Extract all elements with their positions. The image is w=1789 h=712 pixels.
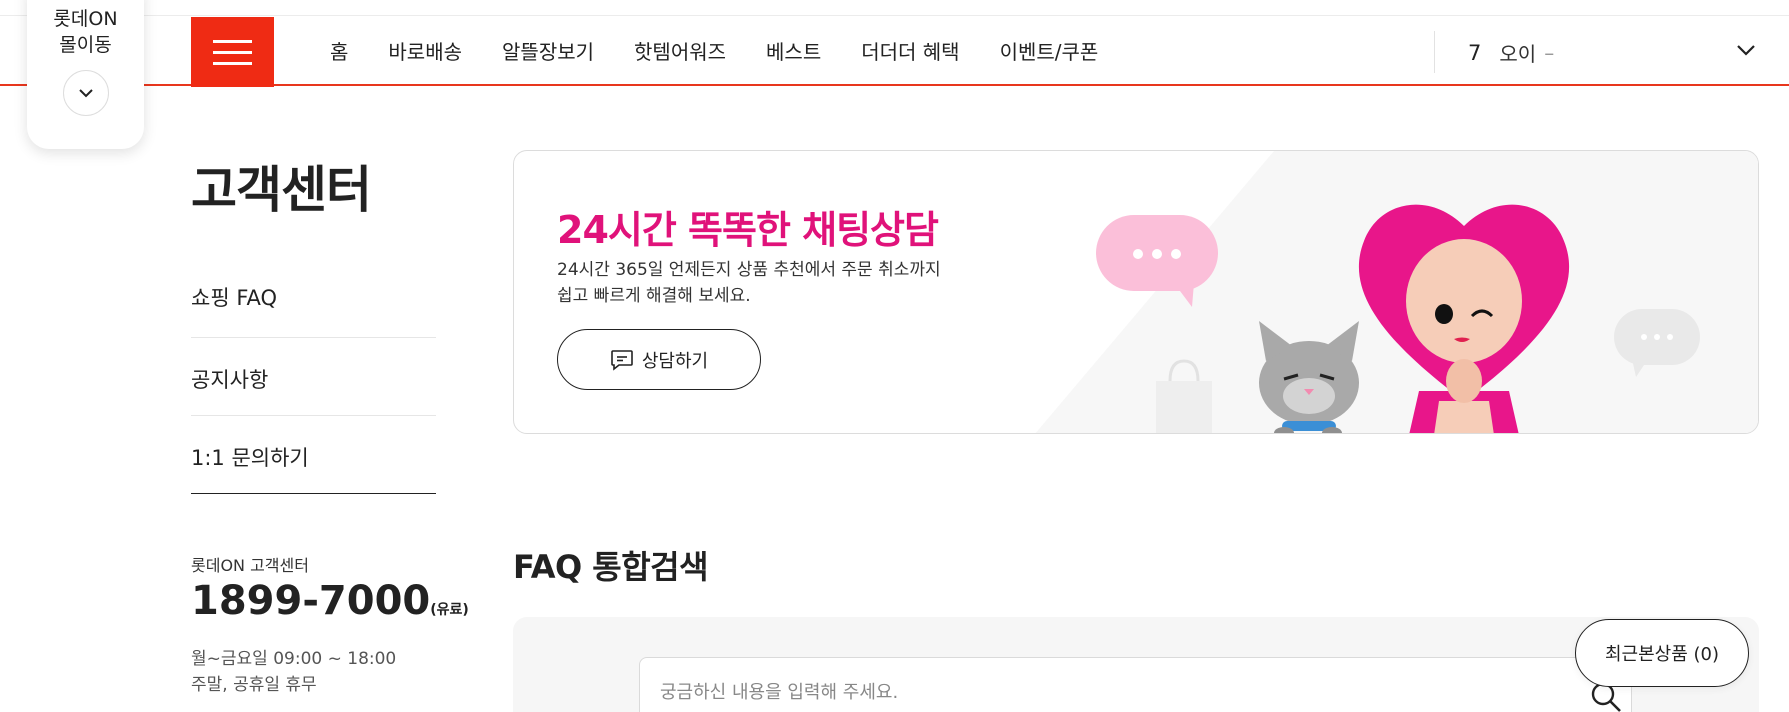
ticker-rank: 7 [1468,40,1482,65]
sidebar-item-shopping-faq[interactable]: 쇼핑 FAQ [191,258,436,338]
mall-switch-label: 롯데ON 몰이동 [53,8,118,56]
start-chat-label: 상담하기 [641,350,709,372]
page: 홈 바로배송 알뜰장보기 핫템어워즈 베스트 더더더 혜택 이벤트/쿠폰 7 오… [0,0,1789,712]
cs-hours-weekend: 주말, 공휴일 휴무 [191,675,317,695]
chat-icon [611,349,633,371]
sidebar-item-notice[interactable]: 공지사항 [191,338,436,416]
chat-consult-banner: 24시간 똑똑한 채팅상담 24시간 365일 언제든지 상품 추천에서 주문 … [513,150,1759,434]
popular-keyword-ticker[interactable]: 7 오이 – [1468,38,1554,67]
faq-search-field [639,657,1632,712]
cs-hours-weekday: 월~금요일 09:00 ~ 18:00 [191,649,397,669]
gnb-item-benefits[interactable]: 더더더 혜택 [861,36,959,65]
banner-title: 24시간 똑똑한 채팅상담 [557,208,939,252]
start-chat-button[interactable]: 상담하기 [557,329,761,390]
faq-section-title: FAQ 통합검색 [513,548,709,586]
faq-search-input[interactable] [660,658,1560,712]
hamburger-line [213,51,252,54]
category-menu-button[interactable] [191,17,274,87]
header-divider [1434,31,1435,73]
gnb-item-best[interactable]: 베스트 [766,36,821,65]
ticker-change: – [1544,40,1555,65]
global-nav: 홈 바로배송 알뜰장보기 핫템어워즈 베스트 더더더 혜택 이벤트/쿠폰 [330,36,1138,65]
cs-phone-note: (유료) [430,602,469,618]
hamburger-line [213,62,252,65]
sidebar-item-inquiry[interactable]: 1:1 문의하기 [191,416,436,494]
chevron-down-icon [79,89,93,98]
page-title: 고객센터 [191,161,372,219]
mall-switch-panel: 롯데ON 몰이동 [27,0,144,149]
cs-center-label: 롯데ON 고객센터 [191,556,309,575]
gnb-item-home[interactable]: 홈 [330,36,348,65]
gnb-item-grocery[interactable]: 알뜰장보기 [502,36,594,65]
mall-switch-button[interactable] [63,70,109,116]
banner-description: 24시간 365일 언제든지 상품 추천에서 주문 취소까지 쉽고 빠르게 해결… [557,257,977,309]
hamburger-menu-icon [213,40,252,43]
recently-viewed-button[interactable]: 최근본상품 (0) [1575,619,1749,687]
cs-phone-value: 1899-7000 [191,578,431,624]
gnb-item-hot-awards[interactable]: 핫템어워즈 [634,36,726,65]
header: 홈 바로배송 알뜰장보기 핫템어워즈 베스트 더더더 혜택 이벤트/쿠폰 7 오… [0,16,1789,87]
sidebar-menu: 쇼핑 FAQ 공지사항 1:1 문의하기 [191,258,436,494]
banner-desc-line-2: 쉽고 빠르게 해결해 보세요. [557,286,751,306]
cs-phone-number: 1899-7000(유료) [191,578,469,624]
cs-hours: 월~금요일 09:00 ~ 18:00 주말, 공휴일 휴무 [191,646,396,698]
gnb-item-events[interactable]: 이벤트/쿠폰 [1000,36,1099,65]
banner-desc-line-1: 24시간 365일 언제든지 상품 추천에서 주문 취소까지 [557,260,941,280]
ticker-keyword[interactable]: 오이 [1499,38,1536,67]
faq-search-panel [513,617,1759,712]
chevron-down-icon[interactable] [1736,40,1756,60]
gnb-item-fast-delivery[interactable]: 바로배송 [388,36,462,65]
